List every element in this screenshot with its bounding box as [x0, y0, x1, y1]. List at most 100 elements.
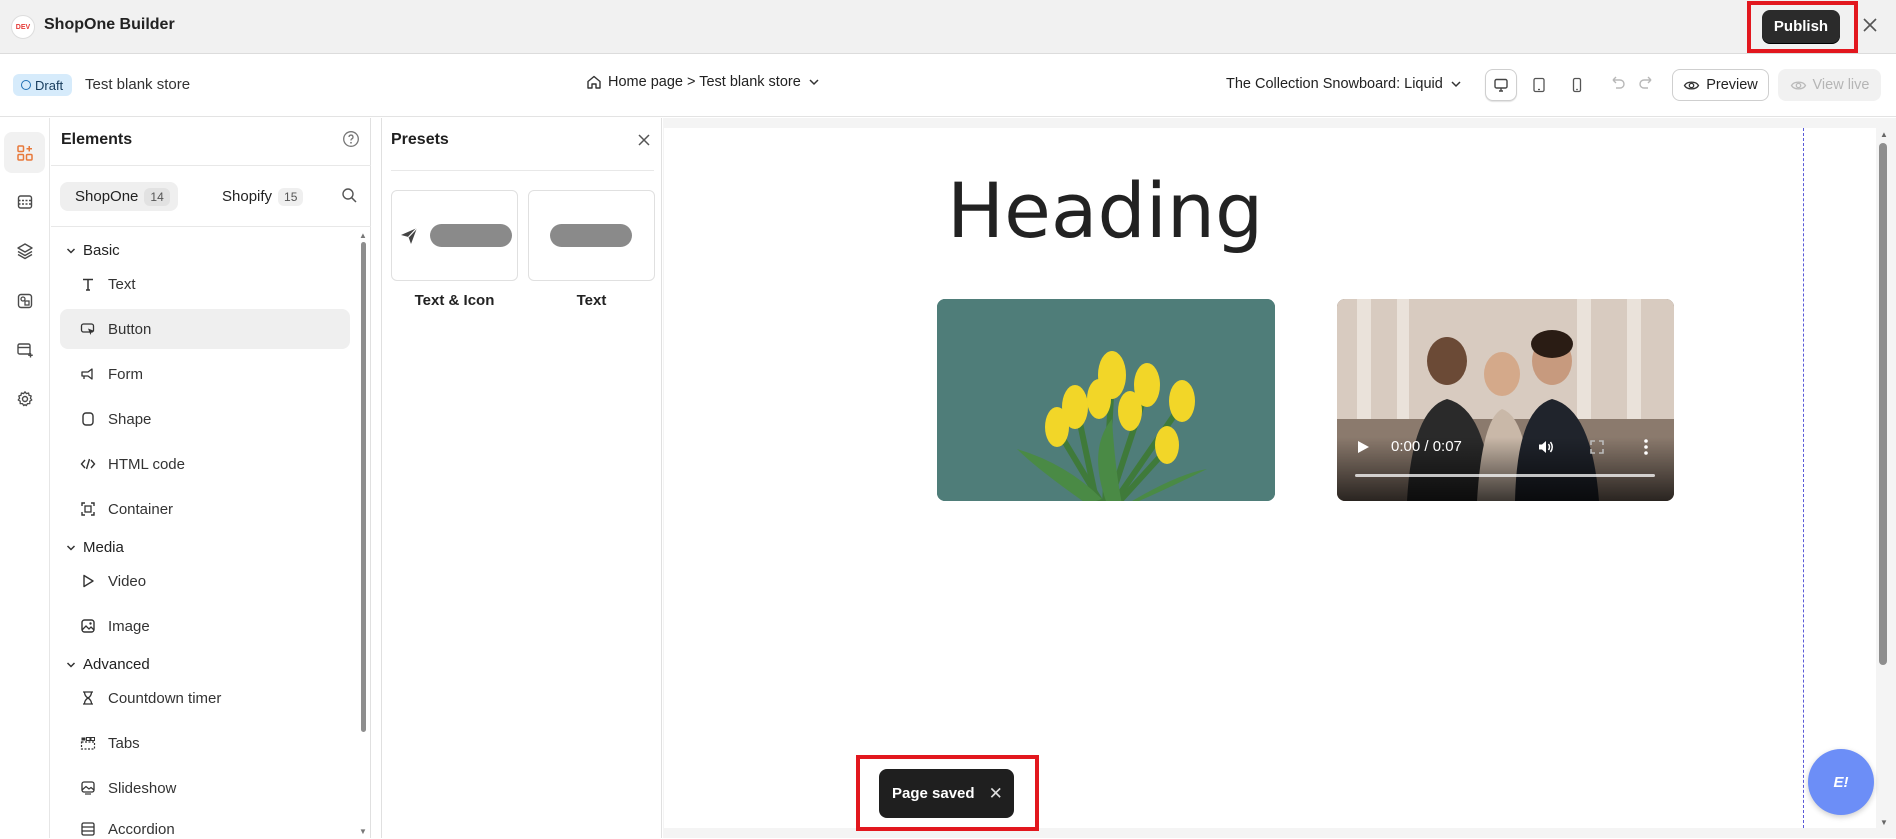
templates-icon	[16, 342, 33, 357]
slideshow-icon	[80, 780, 96, 796]
fullscreen-icon[interactable]	[1590, 440, 1604, 454]
element-video[interactable]: Video	[60, 561, 350, 601]
help-icon[interactable]	[342, 130, 360, 148]
section-basic[interactable]: Basic	[65, 242, 120, 259]
gear-icon	[17, 390, 32, 406]
more-options-icon[interactable]	[1643, 438, 1649, 456]
element-html-code[interactable]: HTML code	[60, 444, 350, 484]
page-toolbar: Draft Test blank store Home page > Test …	[0, 55, 1896, 117]
canvas-guide-line	[1803, 128, 1804, 828]
elements-title: Elements	[61, 131, 133, 148]
section-advanced[interactable]: Advanced	[65, 656, 150, 673]
tab-count: 14	[144, 187, 170, 206]
image-icon	[80, 618, 96, 634]
element-label: Image	[108, 617, 150, 635]
preset-button-shape	[550, 224, 632, 247]
element-label: Accordion	[108, 821, 175, 838]
rail-settings[interactable]	[4, 378, 45, 419]
presets-panel: Presets Text & Icon Text	[381, 118, 662, 838]
canvas-video[interactable]: 0:00 / 0:07	[1337, 299, 1674, 501]
app-logo: DEV	[11, 15, 35, 39]
shape-icon	[80, 411, 96, 427]
scroll-up-arrow[interactable]: ▲	[359, 231, 367, 240]
view-live-label: View live	[1812, 77, 1870, 93]
preview-button[interactable]: Preview	[1672, 69, 1769, 101]
highlight-box-publish	[1747, 1, 1858, 53]
section-media[interactable]: Media	[65, 539, 124, 556]
video-progress-bar[interactable]	[1355, 474, 1655, 477]
video-controls	[1337, 437, 1674, 501]
rail-global-styles[interactable]	[4, 280, 45, 321]
section-label: Advanced	[83, 656, 150, 673]
canvas-heading[interactable]: Heading	[947, 166, 1263, 255]
element-shape[interactable]: Shape	[60, 399, 350, 439]
element-container[interactable]: Container	[60, 489, 350, 529]
text-icon	[80, 276, 96, 292]
element-label: Tabs	[108, 734, 140, 752]
styles-icon	[17, 293, 32, 308]
mobile-icon	[1572, 77, 1582, 93]
video-time: 0:00 / 0:07	[1391, 438, 1462, 455]
eye-icon	[1683, 80, 1700, 90]
scroll-down-arrow[interactable]: ▼	[1880, 818, 1888, 827]
divider	[51, 226, 371, 227]
tab-shopify[interactable]: Shopify 15	[207, 182, 311, 211]
element-label: Button	[108, 320, 152, 338]
preset-label: Text	[576, 292, 607, 309]
tab-shopone[interactable]: ShopOne 14	[60, 182, 178, 211]
redo-icon[interactable]	[1638, 73, 1656, 91]
chevron-down-icon	[809, 79, 819, 86]
button-cursor-icon	[80, 321, 96, 337]
view-live-button[interactable]: View live	[1778, 69, 1881, 101]
element-tabs[interactable]: Tabs	[60, 723, 350, 763]
rail-templates[interactable]	[4, 329, 45, 370]
tab-label: ShopOne	[75, 188, 139, 205]
canvas-scrollbar[interactable]	[1879, 143, 1887, 665]
form-icon	[80, 366, 96, 382]
send-icon	[401, 227, 418, 244]
scroll-down-arrow[interactable]: ▼	[359, 827, 367, 836]
play-icon[interactable]	[1355, 439, 1371, 455]
volume-icon[interactable]	[1537, 439, 1555, 455]
element-accordion[interactable]: Accordion	[60, 813, 350, 839]
tablet-icon	[1533, 77, 1545, 93]
scroll-up-arrow[interactable]: ▲	[1880, 130, 1888, 139]
element-countdown-timer[interactable]: Countdown timer	[60, 678, 350, 718]
template-selector[interactable]: The Collection Snowboard: Liquid	[1226, 76, 1463, 92]
section-label: Media	[83, 539, 124, 556]
rail-layers[interactable]	[4, 230, 45, 271]
tablet-view-button[interactable]	[1523, 69, 1555, 101]
element-text[interactable]: Text	[60, 264, 350, 304]
draft-dot-icon	[21, 80, 31, 90]
rail-sections[interactable]	[4, 181, 45, 222]
undo-icon[interactable]	[1608, 73, 1626, 91]
presets-title: Presets	[391, 131, 449, 148]
rail-add-elements[interactable]	[4, 132, 45, 173]
page-selector[interactable]: Home page > Test blank store	[586, 74, 821, 90]
divider	[51, 165, 371, 166]
element-image[interactable]: Image	[60, 606, 350, 646]
canvas-image-tulips[interactable]	[937, 299, 1275, 501]
preset-card-text[interactable]	[528, 190, 655, 281]
preset-label: Text & Icon	[414, 292, 495, 309]
chat-icon: E!	[1833, 773, 1849, 791]
element-label: Shape	[108, 410, 152, 428]
desktop-view-button[interactable]	[1485, 69, 1517, 101]
scrollbar[interactable]	[361, 242, 366, 732]
element-slideshow[interactable]: Slideshow	[60, 768, 350, 808]
preset-card-text-icon[interactable]	[391, 190, 518, 281]
layers-icon	[16, 242, 33, 259]
search-icon[interactable]	[341, 187, 358, 209]
close-icon[interactable]	[636, 132, 652, 153]
mobile-view-button[interactable]	[1561, 69, 1593, 101]
element-button[interactable]: Button	[60, 309, 350, 349]
close-icon[interactable]	[1859, 14, 1881, 36]
chevron-down-icon	[66, 661, 76, 668]
code-icon	[80, 456, 96, 472]
element-form[interactable]: Form	[60, 354, 350, 394]
chevron-down-icon	[1451, 81, 1461, 88]
top-bar: DEV ShopOne Builder Publish	[0, 0, 1896, 54]
chat-support-button[interactable]: E!	[1808, 749, 1874, 815]
play-icon	[80, 573, 96, 589]
sections-icon	[17, 194, 32, 209]
